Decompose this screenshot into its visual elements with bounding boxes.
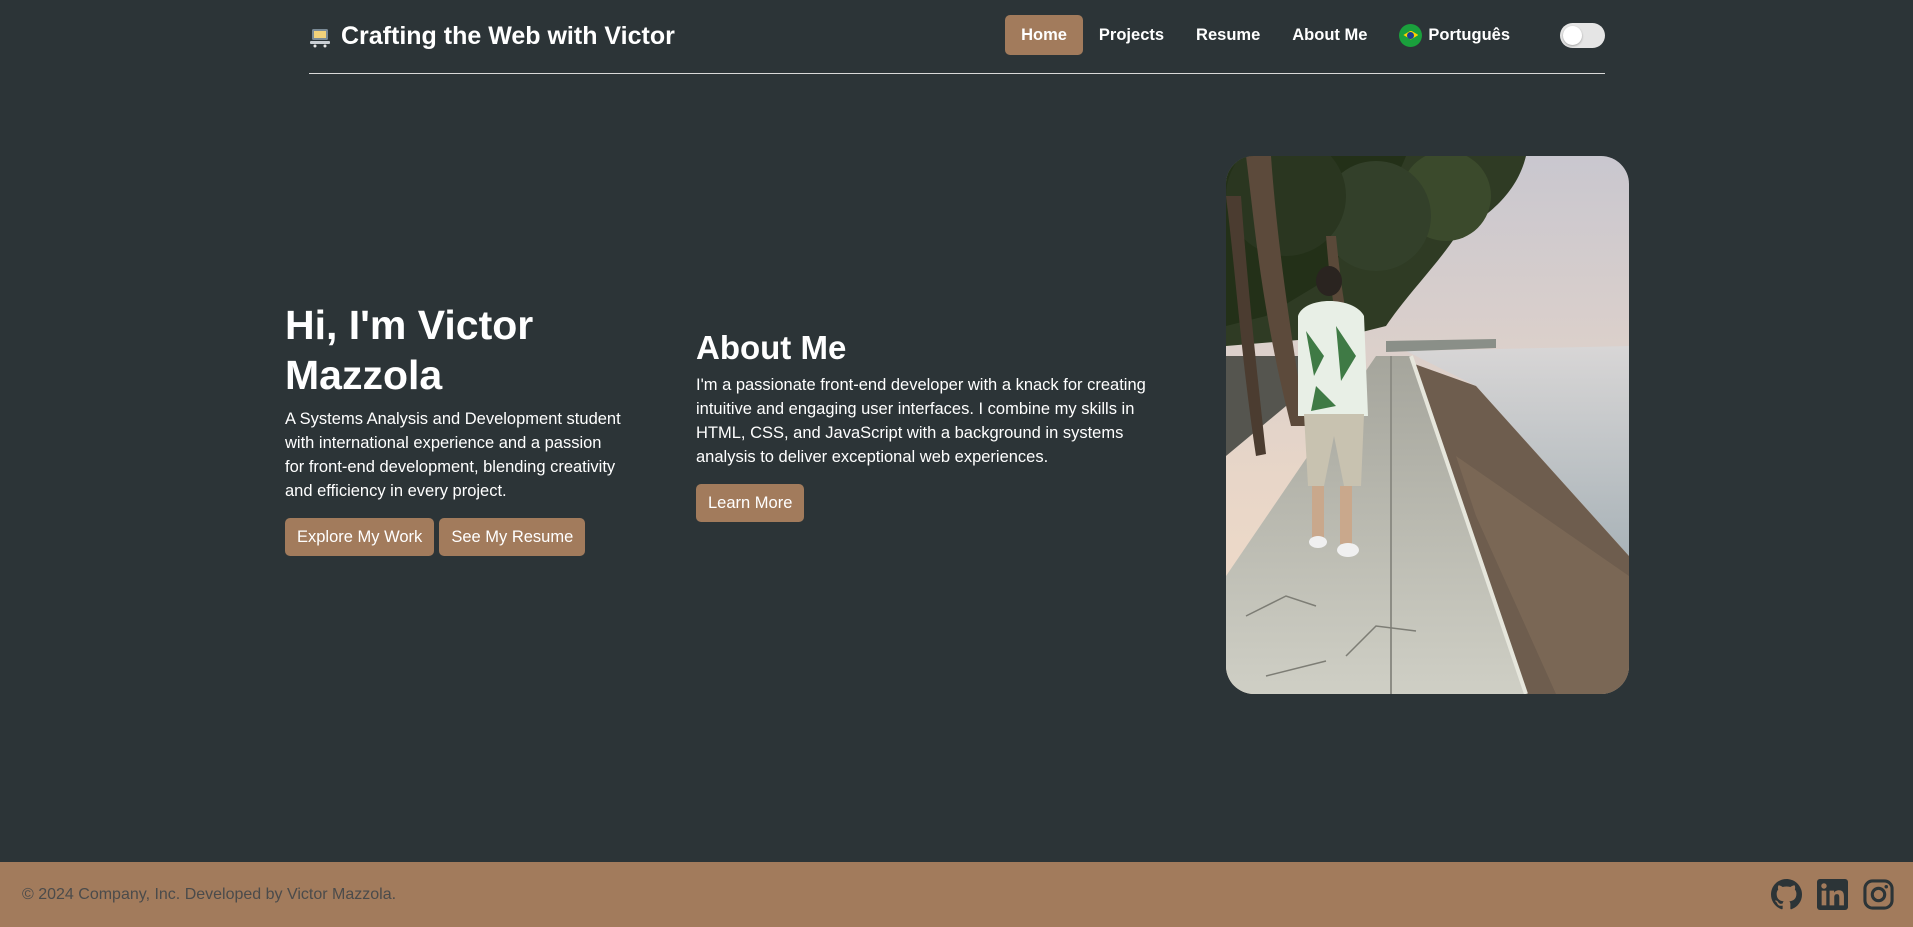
nav-item-projects[interactable]: Projects: [1083, 15, 1180, 55]
profile-photo: [1226, 156, 1629, 694]
brazil-flag-icon: [1399, 23, 1423, 47]
linkedin-icon[interactable]: [1817, 879, 1848, 910]
language-label: Português: [1428, 25, 1510, 44]
nav-item-home[interactable]: Home: [1005, 15, 1083, 55]
learn-more-button[interactable]: Learn More: [696, 484, 805, 522]
about-heading: About Me: [696, 329, 847, 366]
hero-section: Hi, I'm Victor Mazzola A Systems Analysi…: [285, 300, 625, 556]
laptop-emoji-icon: [309, 26, 331, 48]
hero-buttons: Explore My Work See My Resume: [285, 518, 625, 556]
about-section: About Me I'm a passionate front-end deve…: [696, 328, 1146, 522]
nav-item-about[interactable]: About Me: [1276, 15, 1383, 55]
site-header: Crafting the Web with Victor Home Projec…: [309, 0, 1605, 74]
site-title: Crafting the Web with Victor: [341, 22, 675, 50]
toggle-knob: [1563, 25, 1582, 45]
footer-copyright: © 2024 Company, Inc. Developed by Victor…: [22, 886, 397, 903]
brand-link[interactable]: Crafting the Web with Victor: [309, 22, 675, 51]
github-icon[interactable]: [1771, 879, 1802, 910]
about-text: I'm a passionate front-end developer wit…: [696, 376, 1146, 466]
nav-item-resume[interactable]: Resume: [1180, 15, 1276, 55]
site-footer: © 2024 Company, Inc. Developed by Victor…: [0, 862, 1913, 927]
social-links: [1771, 879, 1894, 910]
language-switch[interactable]: Português: [1383, 15, 1526, 55]
see-resume-button[interactable]: See My Resume: [439, 518, 586, 556]
explore-work-button[interactable]: Explore My Work: [285, 518, 435, 556]
instagram-icon[interactable]: [1863, 879, 1894, 910]
main-nav: Home Projects Resume About Me Português: [1005, 15, 1605, 55]
theme-toggle[interactable]: [1560, 22, 1605, 48]
hero-heading: Hi, I'm Victor Mazzola: [285, 302, 534, 398]
hero-text: A Systems Analysis and Development stude…: [285, 410, 621, 500]
